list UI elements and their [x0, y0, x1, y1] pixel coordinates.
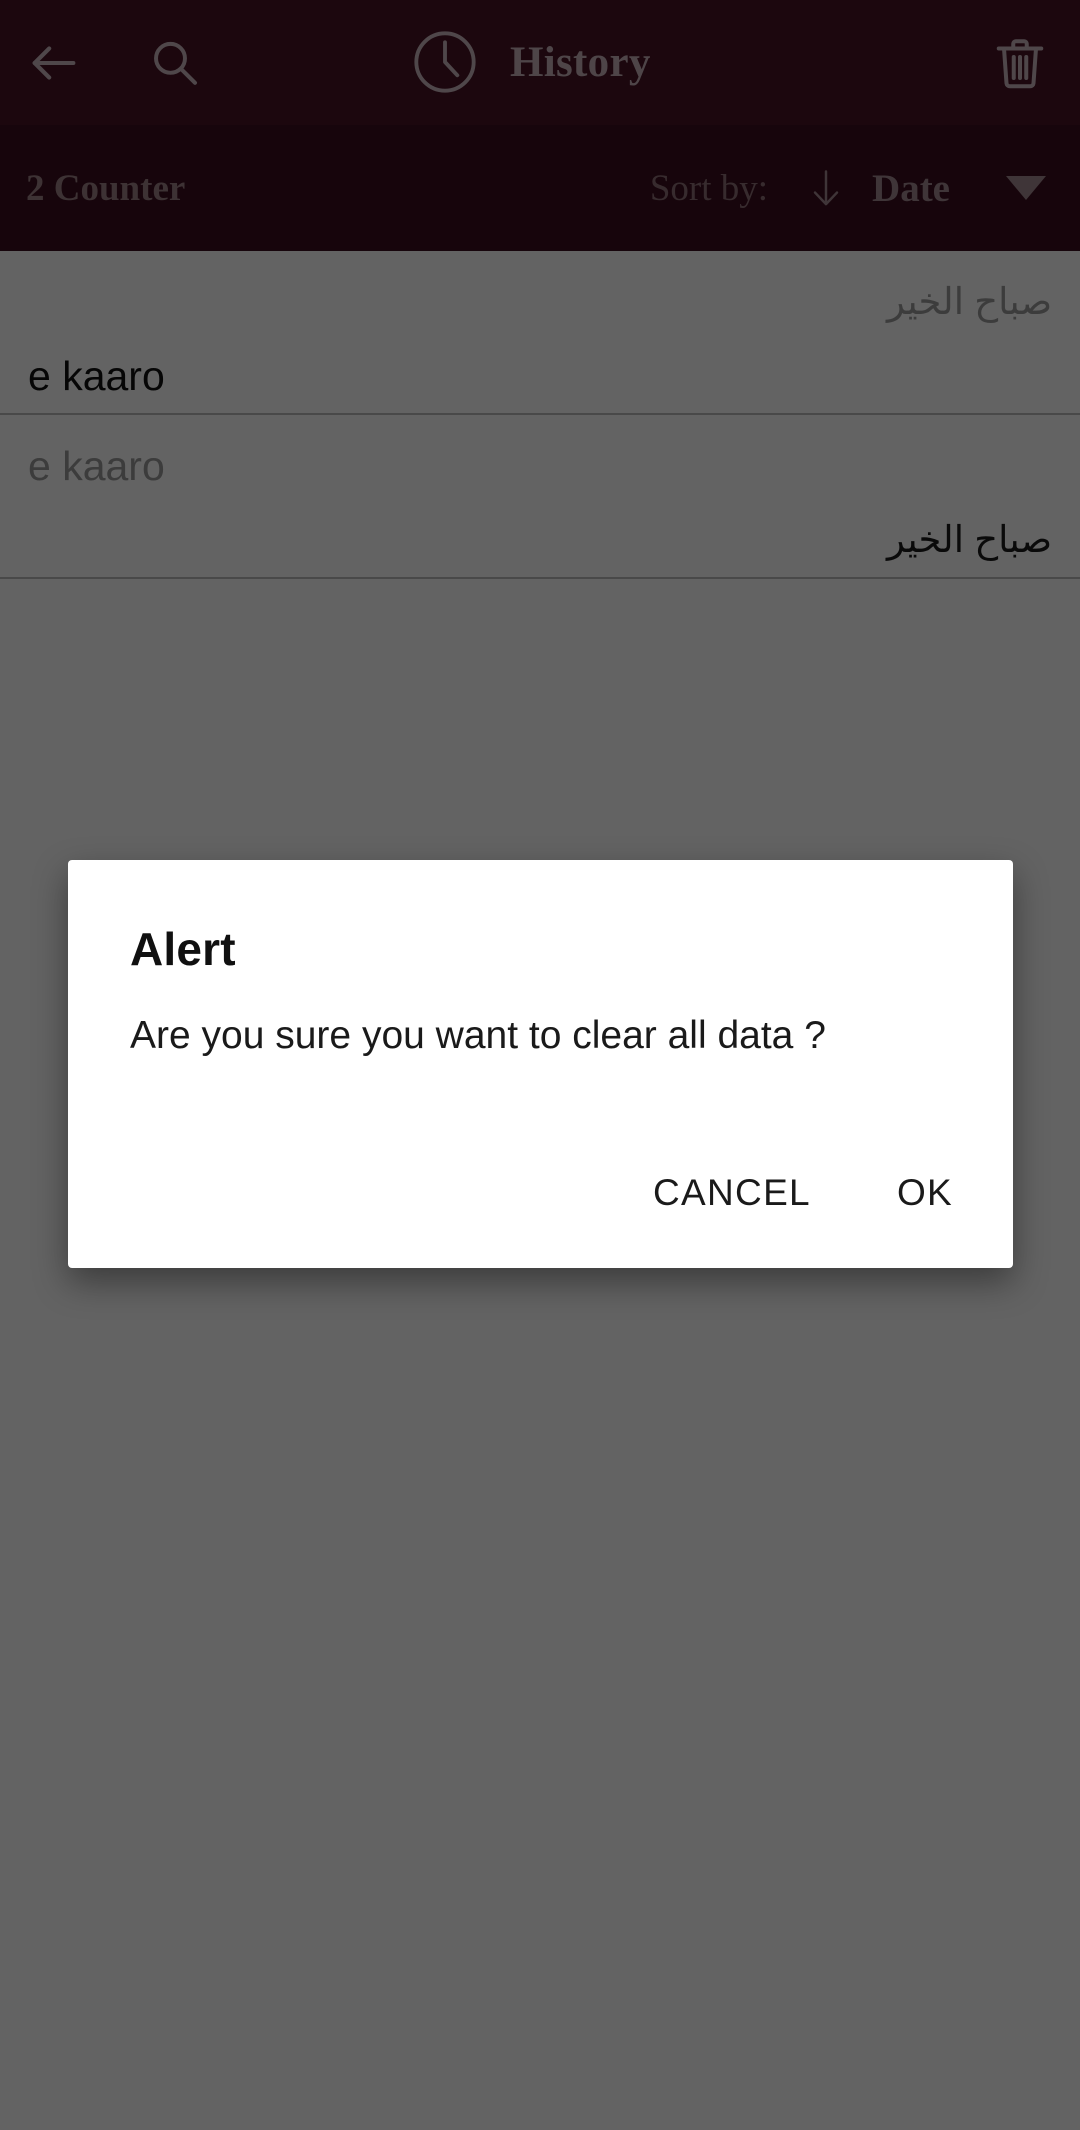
cancel-button[interactable]: CANCEL — [635, 1158, 829, 1228]
ok-button[interactable]: OK — [879, 1158, 971, 1228]
dialog-actions: CANCEL OK — [635, 1158, 971, 1228]
dialog-message: Are you sure you want to clear all data … — [130, 1014, 826, 1057]
alert-dialog: Alert Are you sure you want to clear all… — [68, 860, 1013, 1268]
dialog-title: Alert — [130, 923, 236, 975]
phone-screen: History 2 Counter Sort by: — [0, 0, 1080, 2130]
